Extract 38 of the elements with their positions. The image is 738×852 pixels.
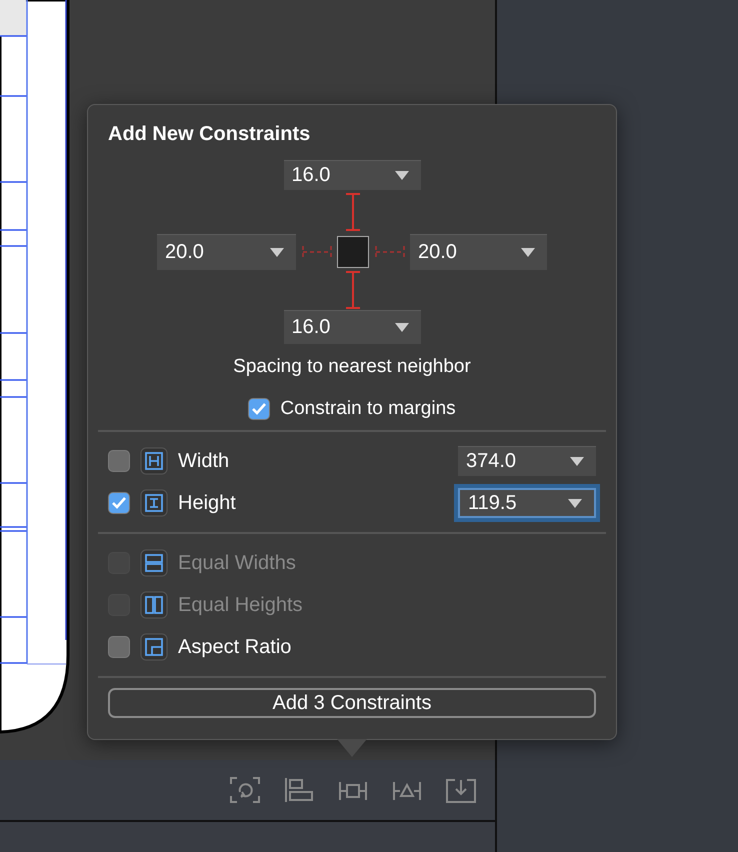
spacing-beam-icon — [343, 192, 363, 232]
constraint-label: Equal Heights — [178, 594, 304, 616]
checkbox[interactable] — [108, 636, 130, 658]
spacing-dropdown[interactable]: 20.0 — [410, 234, 547, 270]
constraint-label: Aspect Ratio — [178, 636, 292, 658]
checkbox[interactable] — [108, 450, 130, 472]
constraint-label: Height — [178, 492, 237, 514]
constraint-label: Width — [178, 450, 230, 472]
popover-title: Add New Constraints — [108, 123, 312, 146]
align-icon[interactable] — [283, 776, 315, 804]
caret-icon — [521, 248, 535, 257]
embed-icon[interactable] — [445, 776, 477, 804]
spacing-dropdown[interactable]: 16.0 — [284, 310, 420, 344]
caret-icon — [570, 457, 584, 466]
refresh-icon[interactable] — [229, 776, 261, 804]
spacing-dropdown[interactable]: 16.0 — [284, 160, 420, 190]
caret-icon — [270, 248, 284, 257]
add-constraints-button[interactable]: Add 3 Constraints — [108, 688, 596, 718]
equal-widths-icon — [140, 549, 168, 577]
aspect-ratio-icon — [140, 633, 168, 661]
checkbox-label: Constrain to margins — [280, 398, 456, 420]
constraint-label: Equal Widths — [178, 552, 297, 574]
popover-arrow — [337, 739, 367, 757]
spacing-beam-icon — [343, 270, 363, 310]
checkbox[interactable] — [248, 398, 270, 420]
checkmark-icon — [251, 402, 268, 416]
view-square — [337, 236, 369, 268]
caret-icon — [394, 323, 408, 332]
checkmark-icon — [111, 496, 127, 510]
spacing-dropdown[interactable]: 20.0 — [157, 234, 296, 270]
value-dropdown[interactable]: 374.0 — [458, 446, 596, 476]
height-icon — [140, 489, 168, 517]
equal-heights-icon — [140, 591, 168, 619]
caret-icon — [568, 498, 582, 508]
width-icon — [140, 447, 168, 475]
checkbox[interactable] — [108, 492, 130, 514]
caret-icon — [394, 171, 408, 180]
spacing-caption: Spacing to nearest neighbor — [232, 356, 472, 378]
